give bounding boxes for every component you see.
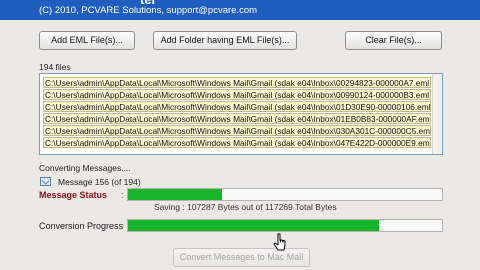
- conversion-progress-fill: [128, 220, 380, 231]
- file-count-label: 194 files: [39, 62, 71, 72]
- copyright-text: (C) 2010, PCVARE Solutions, support@pcva…: [39, 5, 258, 16]
- file-list-item[interactable]: C:\Users\admin\AppData\Local\Microsoft\W…: [43, 125, 431, 136]
- message-counter: Message 156 (of 194): [58, 177, 141, 187]
- file-list-item[interactable]: C:\Users\admin\AppData\Local\Microsoft\W…: [43, 89, 431, 100]
- add-eml-files-button[interactable]: Add EML File(s)...: [39, 31, 135, 50]
- convert-messages-button[interactable]: Convert Messages to Mac Mail: [173, 248, 310, 267]
- message-status-label: Message Status: [39, 190, 108, 200]
- envelope-icon: [40, 177, 51, 186]
- file-list-item[interactable]: C:\Users\admin\AppData\Local\Microsoft\W…: [43, 101, 431, 112]
- message-progress-bar: [127, 188, 443, 201]
- bytes-status-text: Saving : 107287 Bytes out of 117269 Tota…: [154, 202, 337, 212]
- converting-status-text: Converting Messages....: [39, 163, 131, 173]
- conversion-progress-colon: :: [121, 221, 124, 231]
- add-folder-button[interactable]: Add Folder having EML File(s)...: [153, 31, 297, 50]
- app-header: ter (C) 2010, PCVARE Solutions, support@…: [0, 0, 480, 20]
- conversion-progress-label: Conversion Progress: [39, 221, 124, 231]
- mouse-pointer-icon: [273, 233, 286, 251]
- file-list-scrollbar[interactable]: [432, 74, 442, 154]
- message-status-colon: :: [121, 190, 124, 200]
- file-list[interactable]: C:\Users\admin\AppData\Local\Microsoft\W…: [39, 73, 443, 155]
- file-list-item[interactable]: C:\Users\admin\AppData\Local\Microsoft\W…: [43, 113, 431, 124]
- message-progress-fill: [128, 189, 223, 200]
- conversion-progress-bar: [127, 219, 443, 232]
- file-list-item[interactable]: C:\Users\admin\AppData\Local\Microsoft\W…: [43, 137, 431, 148]
- file-list-item[interactable]: C:\Users\admin\AppData\Local\Microsoft\W…: [43, 77, 431, 88]
- clear-files-button[interactable]: Clear File(s)...: [345, 31, 442, 50]
